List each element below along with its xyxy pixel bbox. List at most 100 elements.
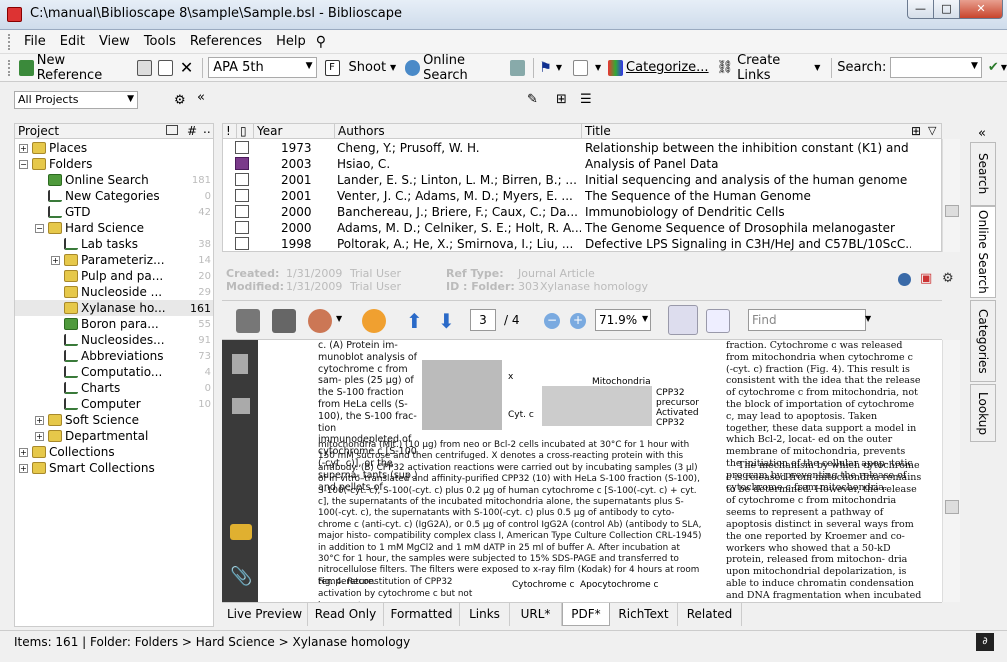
table-row[interactable]: 2000 Banchereau, J.; Briere, F.; Caux, C.… (223, 204, 941, 220)
table-row[interactable]: 2003 Hsiao, C. Analysis of Panel Data (223, 156, 941, 172)
tree-item[interactable]: + Places (15, 140, 213, 156)
tab-lookup[interactable]: Lookup (970, 384, 996, 442)
tree-item[interactable]: Computatio... 4 (15, 364, 213, 380)
tree-item[interactable]: Computer 10 (15, 396, 213, 412)
search-icon[interactable]: ⚲ (316, 34, 326, 50)
list-view-icon[interactable]: ☰ (580, 92, 592, 107)
maximize-button[interactable]: □ (933, 0, 960, 19)
comments-icon[interactable] (230, 524, 252, 540)
menu-file[interactable]: File (18, 34, 54, 49)
online-search-icon[interactable] (405, 59, 421, 76)
menu-references[interactable]: References (184, 34, 270, 49)
paperclip-icon[interactable]: 📎 (230, 566, 252, 587)
folder-column-icon[interactable] (166, 125, 178, 135)
tree-item[interactable]: Nucleosides... 91 (15, 332, 213, 348)
table-row[interactable]: 2000 Adams, M. D.; Celniker, S. E.; Holt,… (223, 220, 941, 236)
recycle-icon[interactable] (510, 59, 526, 76)
tab-related[interactable]: Related (678, 603, 742, 626)
search-input[interactable]: ▼ (890, 57, 982, 78)
tab-richtext[interactable]: RichText (610, 603, 678, 626)
table-row[interactable]: 2001 Lander, E. S.; Linton, L. M.; Birren… (223, 172, 941, 188)
chevron-down-icon[interactable]: ▼ (390, 63, 396, 72)
fit-width-icon[interactable] (668, 305, 698, 335)
expand-icon[interactable]: + (19, 447, 28, 457)
hierarchy-icon[interactable]: ⊞ (556, 92, 567, 107)
search-go-icon[interactable]: ✔ (988, 60, 999, 75)
expand-icon[interactable]: + (19, 463, 28, 473)
tab-categories[interactable]: Categories (970, 300, 996, 382)
delete-icon[interactable]: ✕ (180, 58, 193, 77)
tree-item[interactable]: − Folders (15, 156, 213, 172)
tab-read-only[interactable]: Read Only (308, 603, 384, 626)
menu-view[interactable]: View (93, 34, 138, 49)
grid-icon[interactable]: ⊞ (911, 124, 921, 138)
gear-icon[interactable]: ⚙ (942, 271, 954, 286)
zoom-out-icon[interactable]: − (544, 313, 560, 329)
pdf-scrollbar[interactable] (942, 340, 960, 602)
project-column-header[interactable]: Project (18, 124, 59, 138)
title-column-header[interactable]: Title (582, 124, 912, 139)
collapse-icon[interactable]: − (35, 223, 44, 233)
chevron-down-icon[interactable]: ▼ (814, 63, 820, 72)
tree-item[interactable]: GTD 42 (15, 204, 213, 220)
chevron-down-icon[interactable]: ▼ (642, 314, 648, 323)
menu-help[interactable]: Help (270, 34, 314, 49)
authors-column-header[interactable]: Authors (335, 124, 582, 139)
globe-icon[interactable] (362, 309, 386, 333)
close-button[interactable]: ✕ (959, 0, 1003, 19)
tree-item[interactable]: Online Search 181 (15, 172, 213, 188)
online-search-button[interactable]: Online Search (423, 53, 507, 83)
categorize-button[interactable]: Categorize... (626, 60, 709, 75)
tree-item[interactable]: + Smart Collections (15, 460, 213, 476)
menu-edit[interactable]: Edit (54, 34, 93, 49)
copy-icon[interactable] (157, 59, 173, 76)
tree-item[interactable]: Pulp and pa... 20 (15, 268, 213, 284)
pdf-icon[interactable]: ▣ (920, 271, 932, 286)
print-icon[interactable] (236, 309, 260, 333)
project-filter-combo[interactable]: All Projects ▼ (14, 91, 138, 109)
minimize-button[interactable]: — (907, 0, 934, 19)
format-icon[interactable]: F (324, 59, 340, 76)
zoom-in-icon[interactable]: + (570, 313, 586, 329)
collapse-pane-icon[interactable]: « (978, 126, 986, 141)
table-row[interactable]: 1998 Poltorak, A.; He, X.; Smirnova, I.; … (223, 236, 941, 251)
page-number-input[interactable]: 3 (470, 309, 496, 331)
tab-live-preview[interactable]: Live Preview (222, 603, 308, 626)
pages-icon[interactable] (232, 354, 248, 374)
menu-tools[interactable]: Tools (138, 34, 184, 49)
resize-grip-icon[interactable]: ∂ (976, 633, 994, 651)
type-column-header[interactable]: ▯ (237, 124, 254, 139)
app-icon[interactable] (7, 7, 22, 22)
categorize-icon[interactable] (608, 59, 624, 76)
list-scrollbar[interactable] (942, 139, 960, 252)
globe-icon[interactable] (898, 273, 911, 286)
expand-icon[interactable]: + (35, 415, 44, 425)
chevron-down-icon[interactable]: ▼ (556, 63, 562, 72)
scrollbar-thumb[interactable] (945, 500, 959, 514)
tree-item[interactable]: Nucleoside ... 29 (15, 284, 213, 300)
style-combo[interactable]: APA 5th ▼ (208, 57, 317, 78)
tab-links[interactable]: Links (460, 603, 510, 626)
more-columns-icon[interactable]: .. (203, 122, 211, 136)
tree-item[interactable]: Charts 0 (15, 380, 213, 396)
shoot-button[interactable]: Shoot (349, 60, 387, 75)
count-column-header[interactable]: # (187, 124, 197, 138)
year-column-header[interactable]: Year (254, 124, 335, 139)
new-reference-icon[interactable] (18, 59, 34, 76)
tab-formatted[interactable]: Formatted (384, 603, 460, 626)
share-icon[interactable] (308, 309, 332, 333)
save-icon[interactable] (272, 309, 296, 333)
toolbar-grip[interactable] (8, 59, 12, 76)
tree-item[interactable]: − Hard Science (15, 220, 213, 236)
next-page-icon[interactable]: ⬇ (438, 309, 455, 333)
collapse-pane-icon[interactable]: « (197, 90, 205, 105)
scrollbar-thumb[interactable] (945, 205, 959, 217)
table-row[interactable]: 2001 Venter, J. C.; Adams, M. D.; Myers, … (223, 188, 941, 204)
color-box-icon[interactable] (573, 59, 589, 76)
tab-pdf[interactable]: PDF* (562, 603, 610, 626)
binoculars-icon[interactable] (232, 398, 250, 414)
tree-item[interactable]: Xylanase ho... 161 (15, 300, 213, 316)
filter-icon[interactable]: ▽ (928, 124, 936, 137)
priority-column-header[interactable]: ! (223, 124, 237, 139)
tree-item[interactable]: Boron para... 55 (15, 316, 213, 332)
